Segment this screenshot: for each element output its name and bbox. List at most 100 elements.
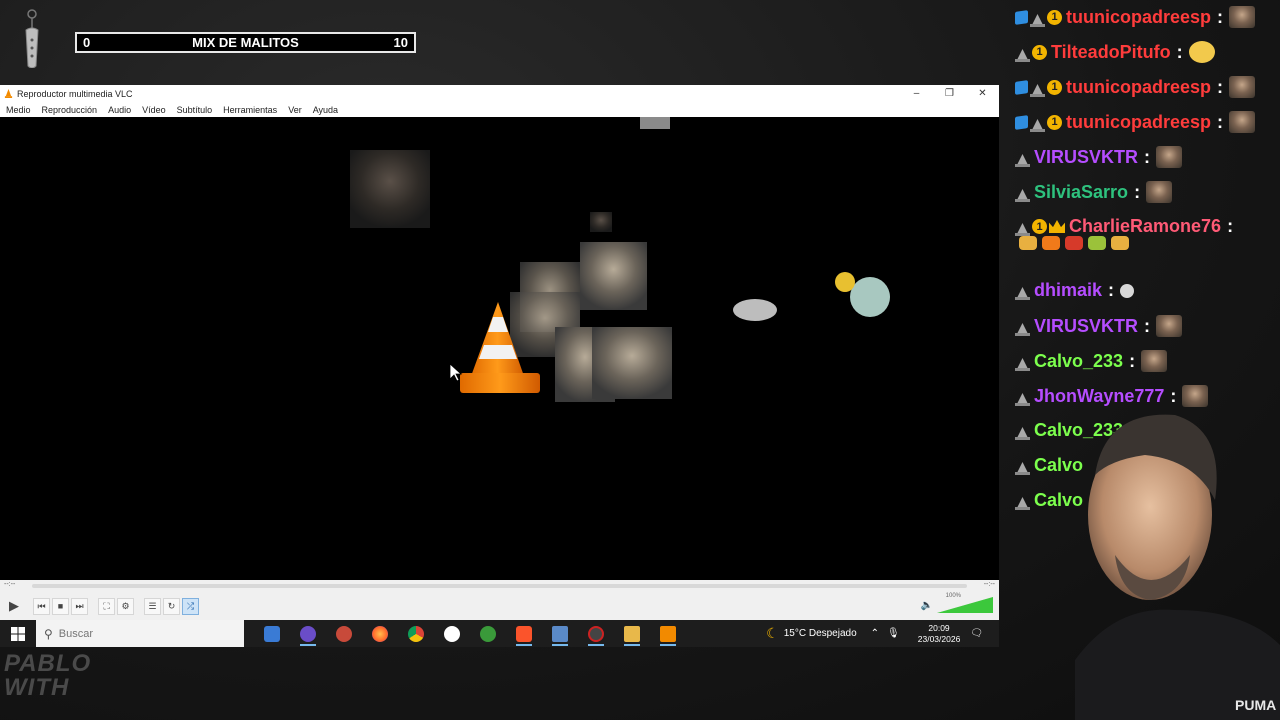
tier-one-badge-icon: 1 xyxy=(1047,114,1062,130)
face-emote xyxy=(1156,146,1183,168)
star-icon xyxy=(835,272,855,292)
file-explorer-icon[interactable] xyxy=(614,620,650,647)
chat-message: Calvo_233: xyxy=(1015,350,1168,372)
loop-button[interactable]: ↻ xyxy=(163,597,180,615)
video-area[interactable] xyxy=(0,117,999,577)
microphone-icon[interactable]: 🎙 xyxy=(887,628,900,639)
food-emote xyxy=(1042,236,1060,250)
speaker-icon: 🔈 xyxy=(920,599,933,611)
chat-separator: : xyxy=(1129,350,1136,371)
menu-medio[interactable]: Medio xyxy=(6,105,31,115)
restore-button[interactable]: ❐ xyxy=(933,88,966,99)
previous-button[interactable]: ⏮ xyxy=(33,597,50,615)
chat-username[interactable]: VIRUSVKTR xyxy=(1034,316,1138,337)
chat-username[interactable]: Calvo_233 xyxy=(1034,351,1123,372)
chat-username[interactable]: CharlieRamone76 xyxy=(1069,216,1221,237)
vlc-titlebar[interactable]: Reproductor multimedia VLC – ❐ ✕ xyxy=(0,85,999,102)
chat-message: VIRUSVKTR: xyxy=(1015,146,1183,168)
hat-badge-icon xyxy=(1030,81,1045,97)
menu-video[interactable]: Vídeo xyxy=(142,105,166,115)
score-right: 10 xyxy=(393,35,408,50)
store-icon[interactable] xyxy=(254,620,290,647)
hat-badge-icon xyxy=(1015,390,1030,406)
notifications-icon[interactable]: 🗨 xyxy=(970,628,983,639)
chevron-up-icon[interactable]: ⌃ xyxy=(871,628,879,639)
xbox-icon[interactable] xyxy=(470,620,506,647)
weather-text: 15°C Despejado xyxy=(783,628,857,639)
chat-username[interactable]: SilviaSarro xyxy=(1034,182,1128,203)
close-button[interactable]: ✕ xyxy=(966,88,999,99)
chat-badges xyxy=(1015,284,1030,300)
vlc-logo-icon xyxy=(4,89,13,98)
minimize-button[interactable]: – xyxy=(900,88,933,99)
chat-username[interactable]: tuunicopadreesp xyxy=(1066,77,1211,98)
food-emote xyxy=(1019,236,1037,250)
weather-widget[interactable]: ☾ 15°C Despejado xyxy=(766,625,857,642)
menu-subtitulo[interactable]: Subtítulo xyxy=(177,105,213,115)
hand-emote xyxy=(1120,283,1135,298)
face-emote xyxy=(1229,111,1256,133)
chat-username[interactable]: JhonWayne777 xyxy=(1034,386,1164,407)
menu-ver[interactable]: Ver xyxy=(288,105,302,115)
seek-track[interactable] xyxy=(32,584,967,588)
menu-herramientas[interactable]: Herramientas xyxy=(223,105,277,115)
keychain-icon xyxy=(25,9,39,68)
screen-recorder-icon[interactable] xyxy=(578,620,614,647)
glove-icon xyxy=(733,299,777,321)
play-button[interactable]: ▶ xyxy=(4,596,24,616)
brave-icon[interactable] xyxy=(506,620,542,647)
start-button[interactable] xyxy=(0,620,36,647)
taskbar-search[interactable]: ⚲ xyxy=(36,620,244,647)
chrome-icon[interactable] xyxy=(398,620,434,647)
chat-username[interactable]: tuunicopadreesp xyxy=(1066,7,1211,28)
tier-one-badge-icon: 1 xyxy=(1047,9,1062,25)
chat-username[interactable]: dhimaik xyxy=(1034,280,1102,301)
chat-badges xyxy=(1015,320,1030,336)
hat-badge-icon xyxy=(1015,320,1030,336)
chat-message: SilviaSarro: xyxy=(1015,181,1173,203)
capture-icon[interactable] xyxy=(326,620,362,647)
score-left: 0 xyxy=(83,35,91,50)
face-photo xyxy=(580,242,647,310)
chat-username[interactable]: TilteadoPitufo xyxy=(1051,42,1171,63)
menu-audio[interactable]: Audio xyxy=(108,105,131,115)
search-input[interactable] xyxy=(58,627,209,640)
chat-separator: : xyxy=(1217,6,1224,27)
menu-reproduccion[interactable]: Reproducción xyxy=(42,105,98,115)
media-player-icon[interactable] xyxy=(434,620,470,647)
mouse-cursor-icon xyxy=(449,363,463,382)
playlist-button[interactable]: ☰ xyxy=(144,597,161,615)
chat-username[interactable]: tuunicopadreesp xyxy=(1066,112,1211,133)
taskbar-clock[interactable]: 20:09 23/03/2026 xyxy=(918,623,961,645)
cube-badge-icon xyxy=(1015,79,1028,95)
obs-icon[interactable] xyxy=(290,620,326,647)
face-emote xyxy=(1182,385,1209,407)
shuffle-button[interactable]: ⤮ xyxy=(182,597,199,615)
volume-control[interactable]: 100% 🔈 xyxy=(920,593,993,613)
cube-badge-icon xyxy=(1015,114,1028,130)
vlc-icon[interactable] xyxy=(650,620,686,647)
chat-separator: : xyxy=(1144,146,1151,167)
hat-badge-icon xyxy=(1015,494,1030,510)
vlc-menubar: Medio Reproducción Audio Vídeo Subtítulo… xyxy=(0,102,999,117)
chat-message: JhonWayne777: xyxy=(1015,385,1209,407)
chat-badges: 1 xyxy=(1015,79,1062,97)
score-title: MIX DE MALITOS xyxy=(192,35,299,50)
seek-bar[interactable]: --:-- --:-- xyxy=(0,580,999,592)
chat-username[interactable]: VIRUSVKTR xyxy=(1034,147,1138,168)
chat-badges xyxy=(1015,424,1030,440)
extended-settings-button[interactable]: ⚙ xyxy=(117,597,134,615)
chat-emote-row xyxy=(1019,236,1134,250)
taskbar-apps xyxy=(254,620,686,647)
menu-ayuda[interactable]: Ayuda xyxy=(313,105,338,115)
windows-logo-icon xyxy=(11,626,25,641)
next-button[interactable]: ⏭ xyxy=(71,597,88,615)
food-emote xyxy=(1088,236,1106,250)
app-icon[interactable] xyxy=(542,620,578,647)
firefox-icon[interactable] xyxy=(362,620,398,647)
volume-slider[interactable] xyxy=(937,597,993,613)
stop-button[interactable]: ■ xyxy=(52,597,69,615)
hat-badge-icon xyxy=(1015,355,1030,371)
fullscreen-button[interactable]: ⛶ xyxy=(98,597,115,615)
shirt-brand-logo: PUMA xyxy=(1235,697,1276,713)
